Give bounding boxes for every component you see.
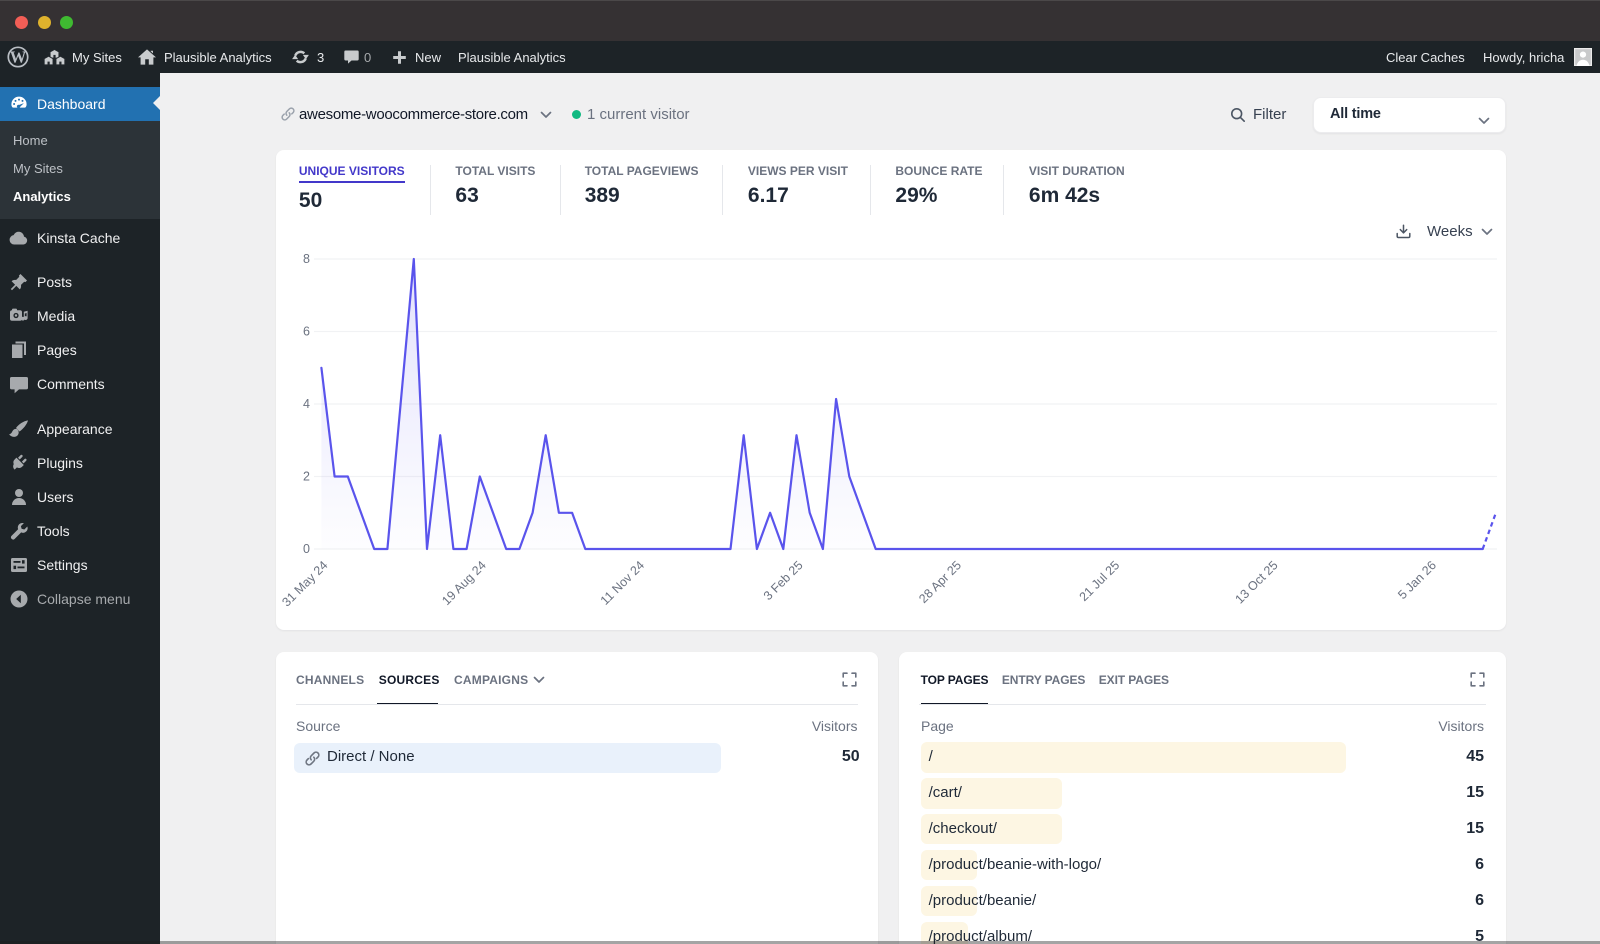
svg-text:3 Feb 25: 3 Feb 25	[761, 558, 806, 603]
svg-text:4: 4	[303, 397, 310, 411]
svg-text:13 Oct 25: 13 Oct 25	[1232, 558, 1280, 606]
svg-text:28 Apr 25: 28 Apr 25	[916, 558, 964, 606]
svg-text:5 Jan 26: 5 Jan 26	[1395, 558, 1439, 602]
svg-text:11 Nov 24: 11 Nov 24	[598, 558, 648, 608]
svg-text:21 Jul 25: 21 Jul 25	[1077, 558, 1123, 604]
svg-text:6: 6	[303, 325, 310, 339]
svg-text:0: 0	[303, 542, 310, 556]
svg-text:2: 2	[303, 470, 310, 484]
svg-text:31 May 24: 31 May 24	[279, 558, 330, 609]
svg-text:8: 8	[303, 252, 310, 266]
svg-text:19 Aug 24: 19 Aug 24	[439, 558, 489, 608]
svg-text:W: W	[10, 48, 27, 67]
